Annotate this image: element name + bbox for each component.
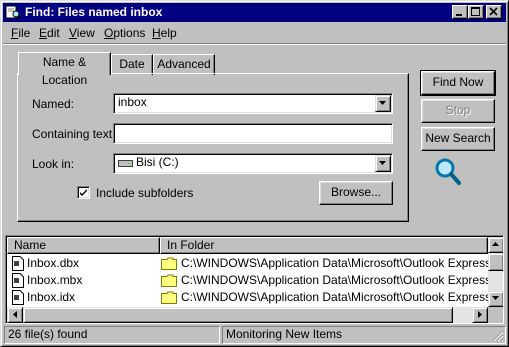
menu-separator bbox=[3, 43, 506, 45]
row-folder: C:\WINDOWS\Application Data\Microsoft\Ou… bbox=[181, 290, 504, 304]
find-now-button[interactable]: Find Now bbox=[420, 70, 496, 96]
column-header-name[interactable]: Name bbox=[7, 237, 160, 254]
include-subfolders-label: Include subfolders bbox=[96, 186, 194, 200]
horizontal-scroll-thumb[interactable] bbox=[23, 307, 453, 323]
tab-name-location-label: Name & Location bbox=[41, 55, 88, 87]
row-folder: C:\WINDOWS\Application Data\Microsoft\Ou… bbox=[181, 256, 492, 270]
magnifier-icon bbox=[435, 158, 461, 185]
browse-button-label: Browse... bbox=[330, 185, 381, 199]
tab-date-label: Date bbox=[119, 57, 145, 71]
browse-button[interactable]: Browse... bbox=[319, 181, 393, 205]
chevron-down-icon bbox=[379, 161, 386, 165]
named-label: Named: bbox=[32, 97, 75, 111]
table-row[interactable]: Inbox.dbx C:\WINDOWS\Application Data\Mi… bbox=[7, 255, 491, 272]
named-dropdown-button[interactable] bbox=[375, 95, 391, 112]
tab-name-location[interactable]: Name & Location bbox=[18, 52, 111, 87]
resize-grip-icon[interactable] bbox=[492, 330, 504, 342]
minimize-button[interactable] bbox=[452, 5, 468, 19]
stop-label: Stop bbox=[445, 103, 471, 117]
row-folder: C:\WINDOWS\Application Data\Microsoft\Ou… bbox=[181, 273, 504, 287]
folder-icon bbox=[161, 274, 177, 287]
table-row[interactable]: Inbox.idx C:\WINDOWS\Application Data\Mi… bbox=[7, 289, 503, 306]
column-header-in-folder[interactable]: In Folder bbox=[160, 237, 488, 254]
chevron-left-icon bbox=[13, 311, 17, 318]
containing-text-input[interactable] bbox=[113, 123, 393, 144]
chevron-right-icon bbox=[478, 311, 482, 318]
scrollbar-corner bbox=[488, 307, 503, 323]
include-subfolders-checkbox[interactable] bbox=[77, 186, 90, 199]
chevron-down-icon bbox=[379, 101, 386, 105]
status-count-text: 26 file(s) found bbox=[8, 327, 88, 341]
row-name: Inbox.dbx bbox=[27, 256, 80, 270]
checkmark-icon bbox=[80, 189, 87, 196]
vertical-scrollbar[interactable] bbox=[488, 237, 503, 307]
menu-view[interactable]: View bbox=[69, 26, 95, 40]
named-value: inbox bbox=[118, 95, 147, 109]
file-icon bbox=[12, 290, 24, 305]
find-now-label: Find Now bbox=[432, 75, 484, 89]
find-app-icon bbox=[5, 5, 21, 20]
close-icon bbox=[489, 7, 498, 16]
status-message: Monitoring New Items bbox=[222, 326, 506, 344]
drive-icon bbox=[118, 160, 133, 167]
row-name: Inbox.mbx bbox=[27, 273, 83, 287]
new-search-button[interactable]: New Search bbox=[421, 127, 495, 151]
menu-file[interactable]: File bbox=[11, 26, 30, 40]
horizontal-scrollbar[interactable] bbox=[7, 307, 488, 323]
containing-text-label: Containing text: bbox=[32, 127, 116, 141]
find-window: Find: Files named inbox File Edit View O… bbox=[0, 0, 509, 347]
file-icon bbox=[12, 273, 24, 288]
menu-options[interactable]: Options bbox=[104, 26, 145, 40]
chevron-down-icon bbox=[492, 296, 499, 300]
maximize-button[interactable] bbox=[468, 5, 484, 19]
named-combobox[interactable]: inbox bbox=[113, 93, 393, 114]
status-message-text: Monitoring New Items bbox=[226, 327, 343, 341]
status-count: 26 file(s) found bbox=[4, 326, 220, 344]
menu-edit[interactable]: Edit bbox=[39, 26, 60, 40]
scroll-up-button[interactable] bbox=[488, 237, 503, 253]
stop-button[interactable]: Stop bbox=[421, 99, 495, 123]
column-header-in-folder-label: In Folder bbox=[167, 238, 215, 252]
results-list[interactable]: Name In Folder Inbox.dbx C:\WINDOWS\Appl… bbox=[5, 235, 504, 324]
folder-icon bbox=[161, 257, 177, 270]
window-title: Find: Files named inbox bbox=[25, 5, 163, 19]
column-header-name-label: Name bbox=[14, 238, 47, 252]
scroll-down-button[interactable] bbox=[488, 291, 503, 307]
menu-help[interactable]: Help bbox=[152, 26, 177, 40]
vertical-scroll-thumb[interactable] bbox=[488, 253, 503, 271]
tab-advanced-label: Advanced bbox=[157, 57, 211, 71]
file-icon bbox=[12, 256, 24, 271]
chevron-up-icon bbox=[492, 242, 499, 246]
tab-date[interactable]: Date bbox=[111, 54, 153, 75]
scroll-right-button[interactable] bbox=[472, 307, 488, 323]
new-search-label: New Search bbox=[425, 131, 491, 145]
close-button[interactable] bbox=[486, 5, 502, 19]
row-name: Inbox.idx bbox=[27, 290, 76, 304]
look-in-value: Bisi (C:) bbox=[136, 155, 179, 169]
menu-bar: File Edit View Options Help bbox=[3, 23, 506, 42]
tab-advanced[interactable]: Advanced bbox=[153, 54, 215, 75]
maximize-icon bbox=[471, 7, 480, 16]
minimize-icon bbox=[456, 14, 462, 16]
table-row[interactable]: Inbox.mbx C:\WINDOWS\Application Data\Mi… bbox=[7, 272, 503, 289]
look-in-dropdown-button[interactable] bbox=[375, 155, 391, 172]
title-bar[interactable]: Find: Files named inbox bbox=[3, 3, 506, 22]
look-in-combobox[interactable]: Bisi (C:) bbox=[113, 153, 393, 174]
folder-icon bbox=[161, 291, 177, 304]
scroll-left-button[interactable] bbox=[7, 307, 23, 323]
look-in-label: Look in: bbox=[32, 157, 75, 171]
